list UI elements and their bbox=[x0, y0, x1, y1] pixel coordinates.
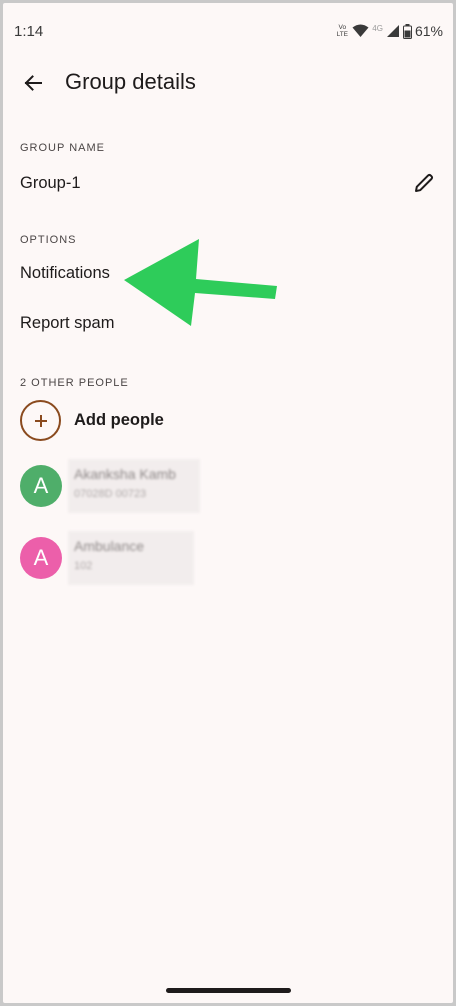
contact-row[interactable]: A Akanksha Kamb 07028D 00723 bbox=[3, 459, 453, 515]
add-people-label: Add people bbox=[74, 411, 164, 429]
add-circle bbox=[20, 400, 61, 441]
edit-group-name-button[interactable] bbox=[410, 169, 438, 197]
plus-icon bbox=[34, 414, 47, 427]
avatar: A bbox=[20, 537, 62, 579]
network-type: 4G bbox=[372, 23, 383, 33]
contact-name: Akanksha Kamb bbox=[74, 466, 176, 482]
options-header: OPTIONS bbox=[20, 234, 77, 246]
group-name-row[interactable]: Group-1 bbox=[3, 161, 453, 205]
battery-icon bbox=[402, 23, 412, 39]
avatar: A bbox=[20, 465, 62, 507]
wifi-icon bbox=[352, 24, 369, 37]
contact-number: 102 bbox=[74, 560, 93, 572]
status-time: 1:14 bbox=[14, 23, 44, 40]
signal-icon bbox=[386, 25, 399, 37]
contact-name: Ambulance bbox=[74, 538, 145, 554]
annotation-arrow-icon bbox=[124, 239, 277, 326]
contact-info: Akanksha Kamb 07028D 00723 bbox=[68, 459, 200, 513]
contact-info: Ambulance 102 bbox=[68, 531, 194, 585]
contact-number: 07028D 00723 bbox=[74, 488, 147, 500]
notifications-label: Notifications bbox=[20, 264, 110, 282]
volte-indicator: Vo LTE bbox=[336, 24, 349, 38]
battery-percent: 61% bbox=[414, 23, 443, 39]
add-people-button[interactable]: Add people bbox=[3, 399, 453, 443]
report-spam-label: Report spam bbox=[20, 314, 115, 332]
back-button[interactable] bbox=[17, 67, 49, 99]
status-icons: Vo LTE 4G 61% bbox=[335, 22, 443, 40]
other-people-header: 2 OTHER PEOPLE bbox=[20, 377, 129, 389]
status-bar: 1:14 Vo LTE 4G 61% bbox=[3, 3, 453, 53]
pencil-icon bbox=[415, 173, 434, 192]
top-app-bar: Group details bbox=[3, 55, 453, 111]
contact-row[interactable]: A Ambulance 102 bbox=[3, 531, 453, 587]
group-name-header: GROUP NAME bbox=[20, 142, 105, 154]
arrow-back-icon bbox=[24, 75, 42, 91]
group-name-value: Group-1 bbox=[20, 174, 81, 192]
page-title: Group details bbox=[65, 69, 196, 94]
screen: 1:14 Vo LTE 4G 61% Group details GROUP N… bbox=[3, 3, 453, 1003]
home-indicator[interactable] bbox=[166, 988, 291, 993]
